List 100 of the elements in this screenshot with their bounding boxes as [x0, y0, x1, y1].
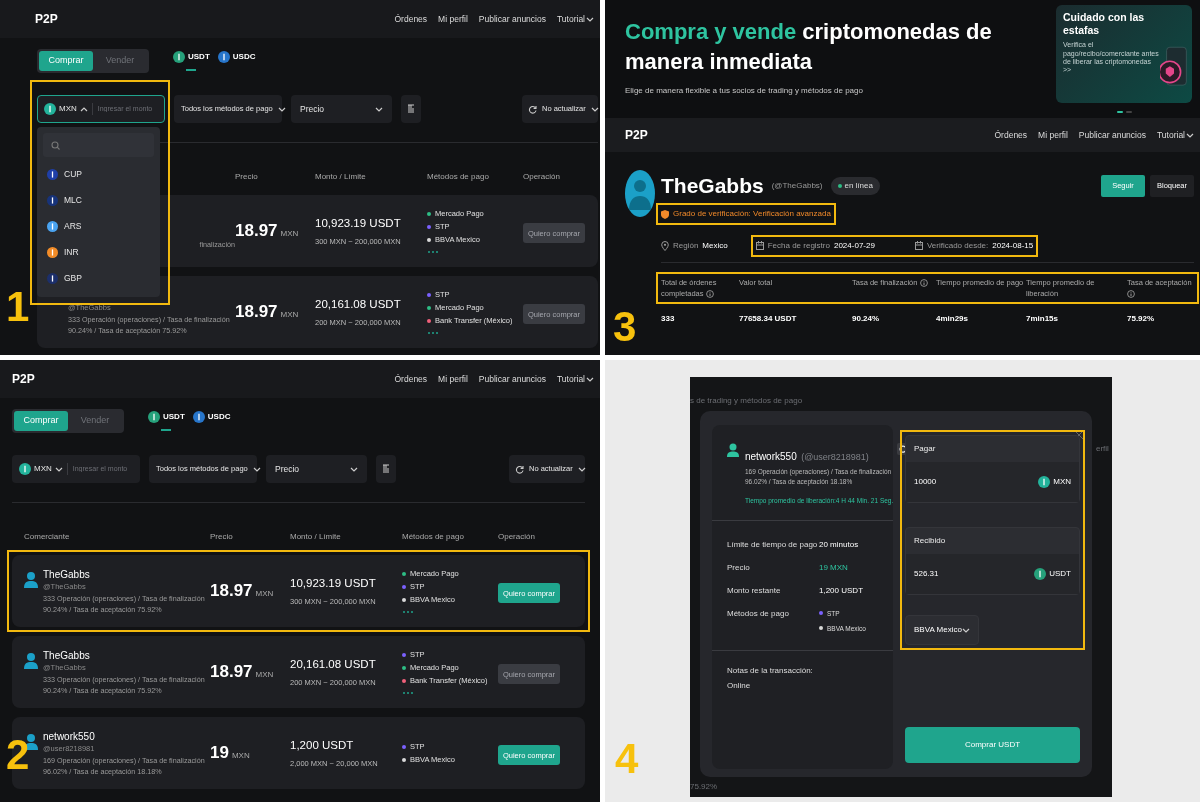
currency-tag: MXN	[1038, 476, 1071, 488]
merchant-name[interactable]: network550	[43, 729, 210, 743]
promo-title: Cuidado con las estafas	[1063, 11, 1146, 38]
chevron-icon	[350, 465, 358, 473]
merchant-name: TheGabbs	[661, 173, 764, 199]
receive-field[interactable]: Recibido 526.31 USDT	[905, 527, 1080, 595]
search-field[interactable]	[43, 133, 154, 157]
detail-value: 19 MXN	[819, 561, 848, 574]
price-unit: MXN	[255, 589, 274, 599]
field-label: Pagar	[913, 443, 937, 455]
chevron-icon	[252, 465, 261, 473]
info-label: Región	[673, 239, 699, 252]
avatar-icon	[727, 443, 739, 457]
column-header: Métodos de pago	[402, 531, 465, 543]
price-value: 18.97	[235, 302, 278, 322]
merchant-name[interactable]: TheGabbs	[43, 648, 210, 662]
background-text: 75.92%	[690, 781, 718, 793]
location-icon	[661, 240, 669, 251]
nav-link[interactable]: Publicar anuncios	[478, 12, 546, 26]
currency-tag: USDT	[1034, 568, 1071, 580]
chevron-icon	[590, 105, 599, 113]
brand-logo: P2P	[625, 127, 648, 144]
verification-level: Grado de verificación: Verificación avanzada	[661, 208, 831, 220]
currency-option[interactable]: MLC	[43, 187, 154, 213]
filter-button[interactable]	[401, 95, 421, 123]
token-tab[interactable]: USDT	[148, 409, 185, 433]
step-number: 1	[6, 286, 30, 328]
token-tab[interactable]: USDC	[192, 409, 231, 433]
coin-icon	[44, 103, 56, 115]
stat-value: 4min29s	[936, 312, 970, 325]
brand-logo: P2P	[12, 371, 35, 388]
step-number: 4	[615, 738, 639, 780]
slide-indicator[interactable]	[1116, 111, 1123, 113]
coin-icon	[1034, 568, 1047, 580]
field-label: Recibido	[913, 535, 947, 547]
chevron-icon	[375, 105, 383, 113]
amount-value: 20,161.08 USDT	[315, 296, 402, 312]
sort-select[interactable]: Precio	[291, 95, 392, 123]
info-value: 2024-08-15	[992, 239, 1034, 252]
stat-value: 333	[661, 312, 676, 325]
chevron-icon	[577, 465, 586, 473]
info-value: Mexico	[702, 239, 728, 252]
column-header: Operación	[523, 171, 561, 183]
currency-selector[interactable]: MXN	[44, 103, 93, 115]
search-icon	[51, 140, 60, 150]
amount-value: 20,161.08 USDT	[290, 656, 377, 672]
nav-link[interactable]: Mi perfil	[1038, 128, 1068, 142]
detail-label: Métodos de pago	[727, 607, 790, 620]
token-tab[interactable]: USDC	[217, 49, 256, 73]
nav-link[interactable]: Tutorial	[556, 12, 594, 26]
nav-link[interactable]: Órdenes	[994, 128, 1028, 142]
step-number: 3	[613, 306, 637, 348]
column-header: Métodos de pago	[427, 171, 490, 183]
price-unit: MXN	[231, 751, 250, 761]
calendar-icon	[914, 241, 923, 250]
currency-selector[interactable]: MXN	[19, 463, 68, 475]
filter-button[interactable]	[376, 455, 396, 483]
nav-link[interactable]: Órdenes	[394, 12, 428, 26]
nav-link[interactable]: Mi perfil	[438, 12, 468, 26]
currency-option[interactable]: GBP	[43, 265, 154, 291]
field-value: 10000	[914, 476, 937, 488]
avatar-icon	[625, 170, 655, 217]
column-header: Precio	[235, 171, 259, 183]
amount-value: 10,923.19 USDT	[290, 575, 377, 591]
detail-value: 1,200 USDT	[819, 584, 864, 597]
column-header: Precio	[210, 531, 234, 543]
currency-option[interactable]: INR	[43, 239, 154, 265]
hero-subtitle: Elige de manera flexible a tus socios de trading y métodos de pago	[625, 85, 864, 98]
currency-option[interactable]: CUP	[43, 161, 154, 187]
token-tab[interactable]: USDT	[173, 49, 210, 73]
coin-icon	[19, 463, 31, 475]
merchant-name[interactable]: TheGabbs	[43, 567, 210, 581]
detail-label: Monto restante	[727, 584, 782, 597]
field-value: 526.31	[914, 568, 939, 580]
info-label: Verificado desde:	[926, 239, 989, 252]
payment-method-select[interactable]: BBVA Mexico	[905, 615, 979, 645]
pay-field[interactable]: Pagar 10000 MXN	[905, 435, 1080, 503]
sort-select[interactable]: Precio	[266, 455, 367, 483]
stat-value: 7min15s	[1026, 312, 1060, 325]
nav-link[interactable]: Mi perfil	[438, 372, 468, 386]
column-header: Monto / Límite	[290, 531, 342, 543]
nav-link[interactable]: Publicar anuncios	[478, 372, 546, 386]
shield-icon	[661, 209, 669, 219]
stat-value: 75.92%	[1127, 312, 1156, 325]
info-label: Fecha de registro	[767, 239, 830, 252]
price-value: 18.97	[210, 662, 253, 682]
stat-value: 77658.34 USDT	[739, 312, 798, 325]
detail-label: Límite de tiempo de pago	[727, 538, 819, 551]
notes-label: Notas de la transacción:	[727, 664, 814, 677]
price-unit: MXN	[280, 229, 299, 239]
refresh-icon	[515, 464, 524, 474]
nav-link[interactable]: Publicar anuncios	[1078, 128, 1146, 142]
price-unit: MXN	[280, 310, 299, 320]
nav-link[interactable]: Tutorial	[556, 372, 594, 386]
currency-option[interactable]: ARS	[43, 213, 154, 239]
stat-value: 90.24%	[852, 312, 881, 325]
nav-link[interactable]: Tutorial	[1156, 128, 1194, 142]
amount-value: 10,923.19 USDT	[315, 215, 402, 231]
column-header: Monto / Límite	[315, 171, 367, 183]
nav-link[interactable]: Órdenes	[394, 372, 428, 386]
